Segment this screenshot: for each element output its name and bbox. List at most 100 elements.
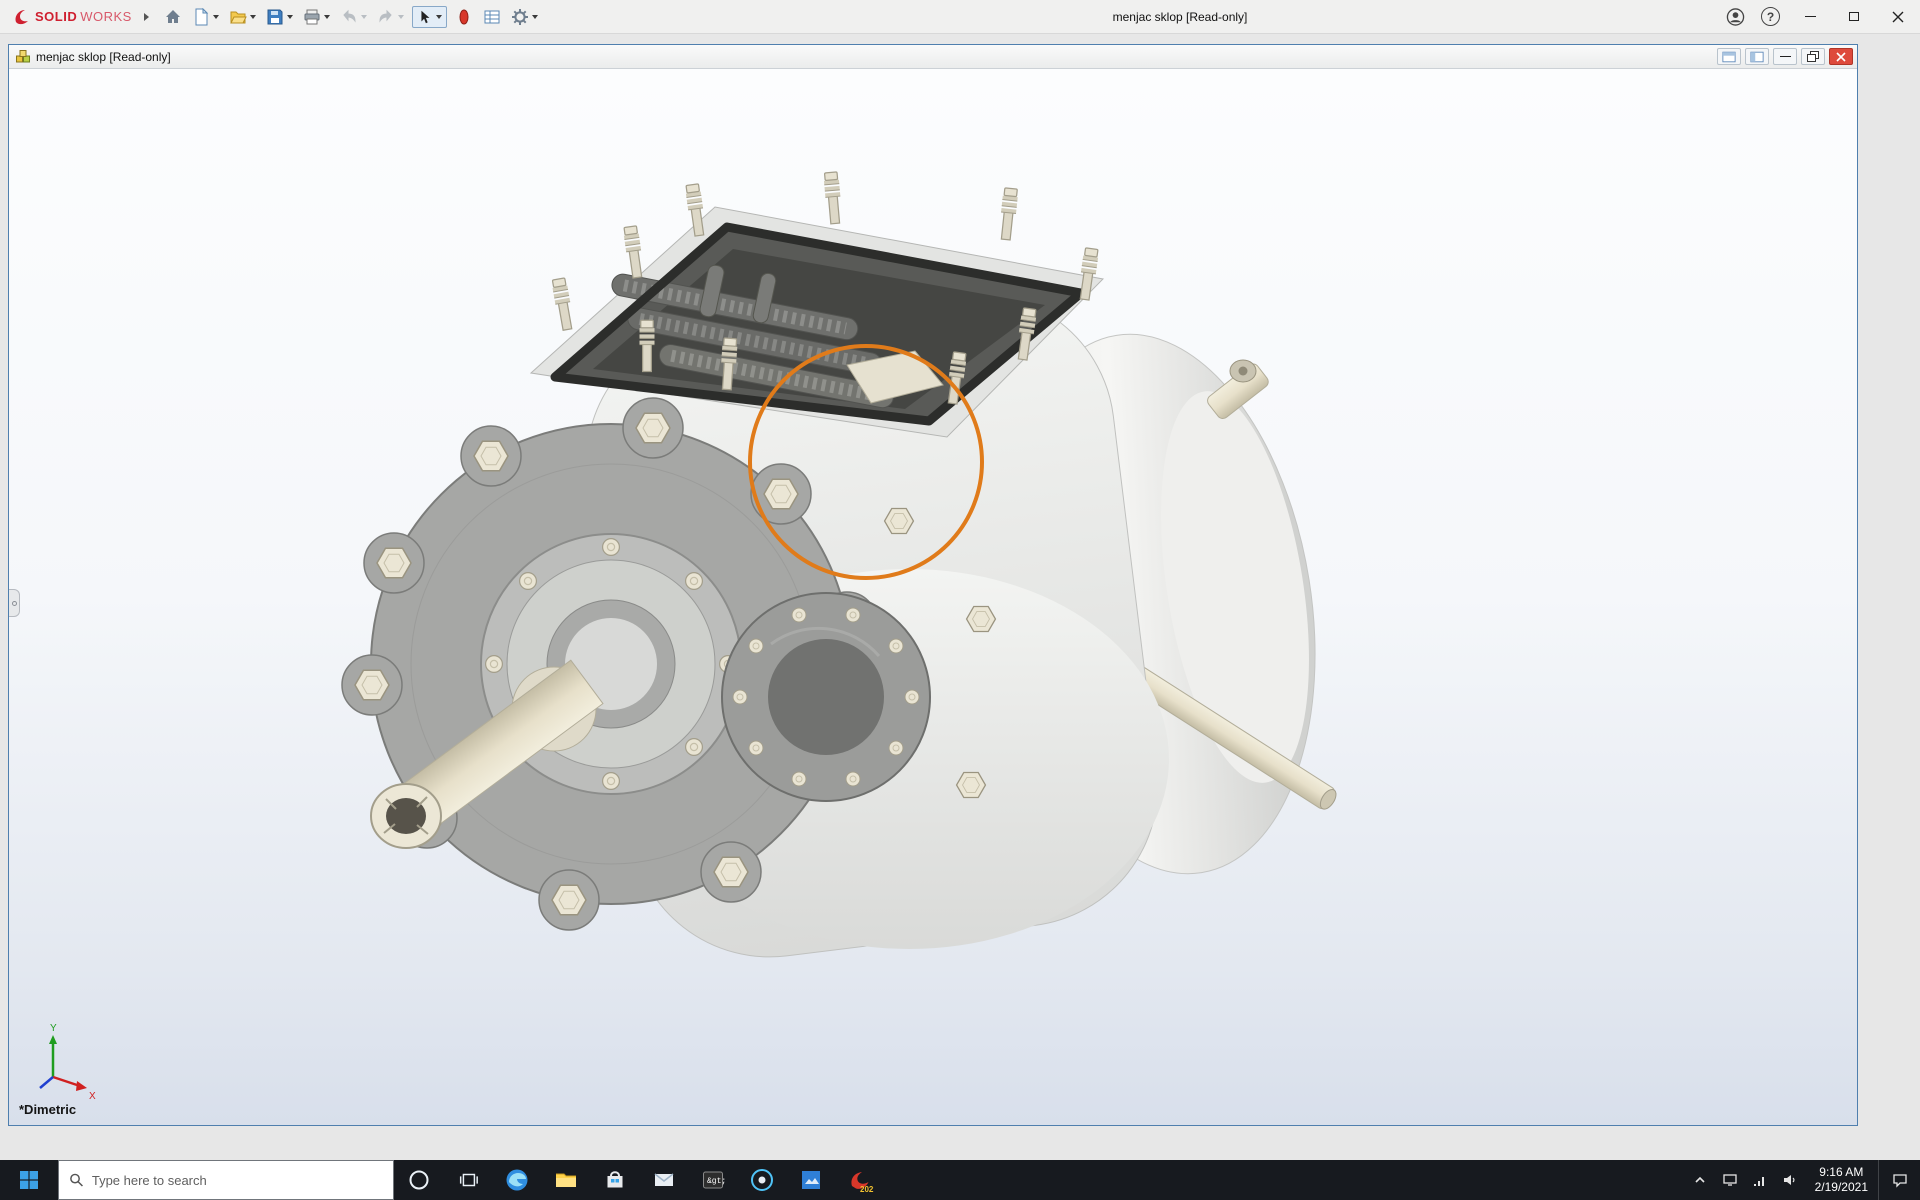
gearbox-model[interactable] (341, 172, 1352, 973)
doc-layout-button-1[interactable] (1717, 48, 1741, 65)
file-explorer-icon (555, 1173, 576, 1187)
taskbar-app-console[interactable]: &gt;_ (688, 1160, 737, 1200)
graphics-viewport[interactable]: Y X *Dimetric (9, 69, 1857, 1125)
solidworks-version-badge: 2021 (860, 1185, 874, 1194)
system-tray: 9:16 AM 2/19/2021 (1685, 1160, 1920, 1200)
doc-close-button[interactable] (1829, 48, 1853, 65)
help-icon: ? (1766, 9, 1775, 24)
select-tool-button[interactable] (411, 5, 447, 28)
doc-restore-button[interactable] (1801, 48, 1825, 65)
redo-button[interactable] (372, 3, 409, 31)
help-button[interactable]: ? (1761, 7, 1780, 26)
task-view-button[interactable] (443, 1160, 492, 1200)
taskbar-app-edge[interactable] (492, 1160, 541, 1200)
app-client-area: menjac sklop [Read-only] Y X *Dimetric (0, 34, 1920, 1160)
cortana-icon (409, 1170, 428, 1190)
taskbar-app-media[interactable] (737, 1160, 786, 1200)
notification-icon (1892, 1174, 1907, 1188)
action-center-button[interactable] (1878, 1160, 1920, 1200)
cortana-button[interactable] (394, 1160, 443, 1200)
app-minimize-button[interactable] (1788, 0, 1832, 33)
windows-logo-icon (20, 1171, 38, 1189)
file-properties-button[interactable] (478, 3, 506, 31)
close-icon (1836, 51, 1846, 62)
home-icon (165, 9, 180, 23)
menu-flyout-chevron-icon[interactable] (143, 12, 149, 21)
network-icon (1753, 1177, 1764, 1186)
new-document-icon (195, 7, 209, 25)
console-glyph: &gt;_ (707, 1177, 726, 1186)
solidworks-app-icon: 2021 (850, 1172, 874, 1194)
view-orientation-label: *Dimetric (19, 1102, 77, 1117)
windows-taskbar: &gt;_ 2021 (0, 1160, 1920, 1200)
print-button[interactable] (298, 3, 335, 31)
search-icon (70, 1173, 83, 1187)
dropdown-caret-icon (435, 14, 442, 19)
undo-icon (343, 9, 356, 23)
search-input[interactable] (91, 1172, 383, 1188)
console-icon: &gt;_ (702, 1171, 726, 1189)
document-window: menjac sklop [Read-only] Y X *Dimetric (8, 44, 1858, 1126)
taskbar-app-store[interactable] (590, 1160, 639, 1200)
gear-icon (511, 8, 528, 25)
undo-button[interactable] (335, 3, 372, 31)
doc-layout-button-2[interactable] (1745, 48, 1769, 65)
close-icon (1892, 11, 1904, 22)
document-titlebar[interactable]: menjac sklop [Read-only] (9, 45, 1857, 69)
3d-model-canvas[interactable]: Y X (9, 69, 1857, 1125)
media-player-icon (750, 1169, 773, 1191)
taskbar-clock[interactable]: 9:16 AM 2/19/2021 (1805, 1160, 1878, 1200)
panel-expand-handle[interactable] (9, 589, 20, 617)
x-axis-arrow (76, 1081, 87, 1091)
open-folder-icon (230, 11, 247, 23)
edge-browser-icon (506, 1169, 527, 1191)
account-button[interactable] (1726, 7, 1745, 26)
dropdown-caret-icon (397, 14, 404, 19)
document-title: menjac sklop [Read-only] (36, 49, 171, 64)
tray-chevron-button[interactable] (1685, 1160, 1715, 1200)
taskbar-search[interactable] (58, 1160, 394, 1200)
taskbar-app-mail[interactable] (639, 1160, 688, 1200)
dropdown-caret-icon (249, 14, 256, 19)
account-icon (1726, 7, 1745, 26)
layout-pane-icon (1722, 51, 1736, 62)
side-cover (721, 592, 931, 802)
taskbar-app-photos[interactable] (786, 1160, 835, 1200)
monitor-icon (1722, 1174, 1737, 1186)
photos-icon (801, 1171, 820, 1189)
minimize-icon (1779, 56, 1791, 57)
tray-volume-button[interactable] (1775, 1160, 1805, 1200)
dropdown-caret-icon (360, 14, 367, 19)
orientation-triad: Y X (39, 1023, 96, 1102)
dropdown-caret-icon (323, 14, 330, 19)
restore-icon (1807, 51, 1819, 62)
tray-display-button[interactable] (1715, 1160, 1745, 1200)
new-document-button[interactable] (187, 3, 224, 31)
task-view-icon (459, 1173, 478, 1187)
select-arrow-icon (421, 10, 430, 23)
app-window-title: menjac sklop [Read-only] (1112, 9, 1248, 24)
dropdown-caret-icon (286, 14, 293, 19)
taskbar-app-solidworks[interactable]: 2021 (835, 1160, 884, 1200)
app-close-button[interactable] (1876, 0, 1920, 33)
clock-date: 2/19/2021 (1814, 1180, 1868, 1194)
tray-network-button[interactable] (1745, 1160, 1775, 1200)
layout-split-icon (1750, 51, 1764, 62)
panel-handle-dot-icon (11, 600, 17, 606)
save-icon (267, 9, 283, 24)
y-axis-arrow (49, 1035, 57, 1044)
brand-solid: SOLID (35, 9, 78, 24)
home-button[interactable] (159, 3, 187, 31)
screen: SOLID WORKS menjac sklop [Read-only] ? m… (0, 0, 1920, 1200)
dropdown-caret-icon (531, 14, 538, 19)
taskbar-app-file-explorer[interactable] (541, 1160, 590, 1200)
rebuild-button[interactable] (450, 3, 478, 31)
save-button[interactable] (261, 3, 298, 31)
app-maximize-button[interactable] (1832, 0, 1876, 33)
options-button[interactable] (506, 3, 543, 31)
open-button[interactable] (224, 3, 261, 31)
doc-minimize-button[interactable] (1773, 48, 1797, 65)
store-icon (607, 1171, 622, 1188)
start-button[interactable] (0, 1160, 58, 1200)
minimize-icon (1804, 16, 1816, 17)
